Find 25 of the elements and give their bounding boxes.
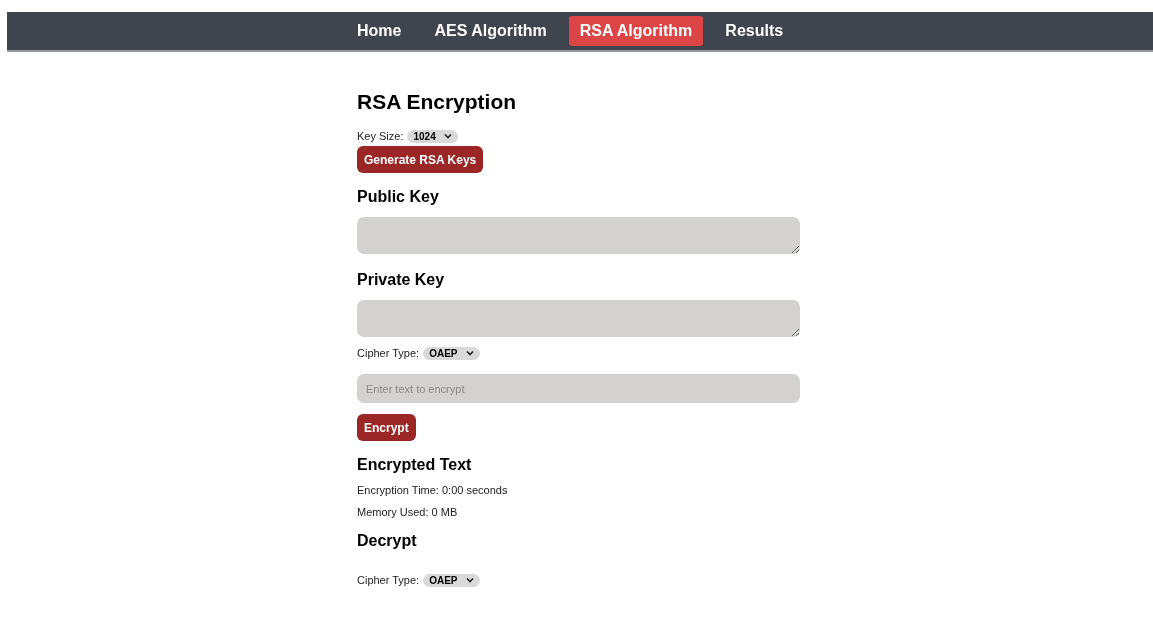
page-title: RSA Encryption	[357, 89, 517, 115]
section-heading: Encrypted Text	[357, 455, 472, 475]
caret-icon	[443, 133, 452, 139]
private-key-field[interactable]	[357, 300, 800, 337]
section-heading: Private Key	[357, 270, 445, 290]
public-key-field[interactable]	[357, 217, 800, 254]
dropdown[interactable]: OAEP	[423, 346, 480, 360]
nav-link[interactable]: Home	[346, 16, 413, 46]
encrypt-button[interactable]: Encrypt	[357, 414, 416, 441]
field-label: Key Size:	[357, 130, 404, 142]
generate-keys-button[interactable]: Generate RSA Keys	[357, 146, 484, 173]
nav-link[interactable]: Results	[714, 16, 795, 46]
field-label: Cipher Type:	[357, 574, 420, 586]
field-label: Cipher Type:	[357, 347, 420, 359]
nav-link[interactable]: AES Algorithm	[423, 16, 558, 46]
memory-used: Memory Used: 0 MB	[357, 505, 458, 519]
plaintext-field[interactable]: Enter text to encrypt	[357, 374, 800, 403]
encryption-time: Encryption Time: 0:00 seconds	[357, 483, 508, 497]
dropdown[interactable]: 1024	[407, 129, 458, 143]
section-heading: Decrypt	[357, 531, 417, 551]
caret-icon	[465, 350, 474, 356]
section-heading: Public Key	[357, 187, 439, 207]
dropdown[interactable]: OAEP	[423, 573, 480, 587]
nav-link[interactable]: RSA Algorithm	[568, 16, 704, 46]
caret-icon	[465, 577, 474, 583]
